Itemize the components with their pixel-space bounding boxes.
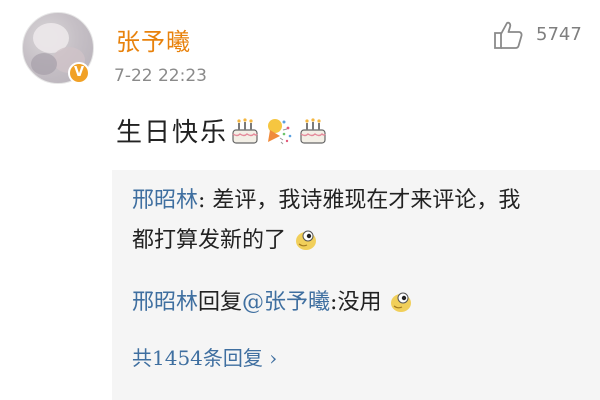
reply-word: 回复 [198,290,243,315]
reply-item: 邢昭林回复@张予曦:没用 [132,284,414,322]
reply-text: :没用 [330,290,382,315]
like-count: 5747 [536,24,582,45]
reply-section: 邢昭林: 差评，我诗雅现在才来评论，我 都打算发新的了 邢昭林回复@张予曦:没用… [112,170,600,400]
mention-link[interactable]: @张予曦 [242,290,330,315]
comment-card: V 张予曦 7-22 22:23 5747 生日快乐 邢昭林: 差评，我诗雅现在… [0,0,600,400]
reply-item: 邢昭林: 差评，我诗雅现在才来评论，我 [132,182,520,220]
verified-badge-icon: V [68,62,90,84]
comment-text-row: 生日快乐 [116,112,332,149]
username[interactable]: 张予曦 [116,22,191,57]
reply-text-continued: 都打算发新的了 [132,222,319,260]
doge-emoji-icon [391,292,412,312]
like-button[interactable] [492,20,524,50]
comment-text: 生日快乐 [116,118,229,148]
cake-emoji-icon [232,117,258,144]
reply-text: 都打算发新的了 [132,228,287,253]
reply-author-link[interactable]: 邢昭林 [132,188,198,213]
reply-separator: : [198,188,213,213]
party-popper-emoji-icon [268,118,292,144]
thumbs-up-icon [494,21,523,49]
reply-author-link[interactable]: 邢昭林 [132,290,198,315]
comment-timestamp: 7-22 22:23 [114,66,207,86]
doge-emoji-icon [296,230,317,250]
reply-text: 差评，我诗雅现在才来评论，我 [212,188,521,213]
more-replies-link[interactable]: 共1454条回复 › [132,342,277,371]
cake-emoji-icon [300,117,326,144]
